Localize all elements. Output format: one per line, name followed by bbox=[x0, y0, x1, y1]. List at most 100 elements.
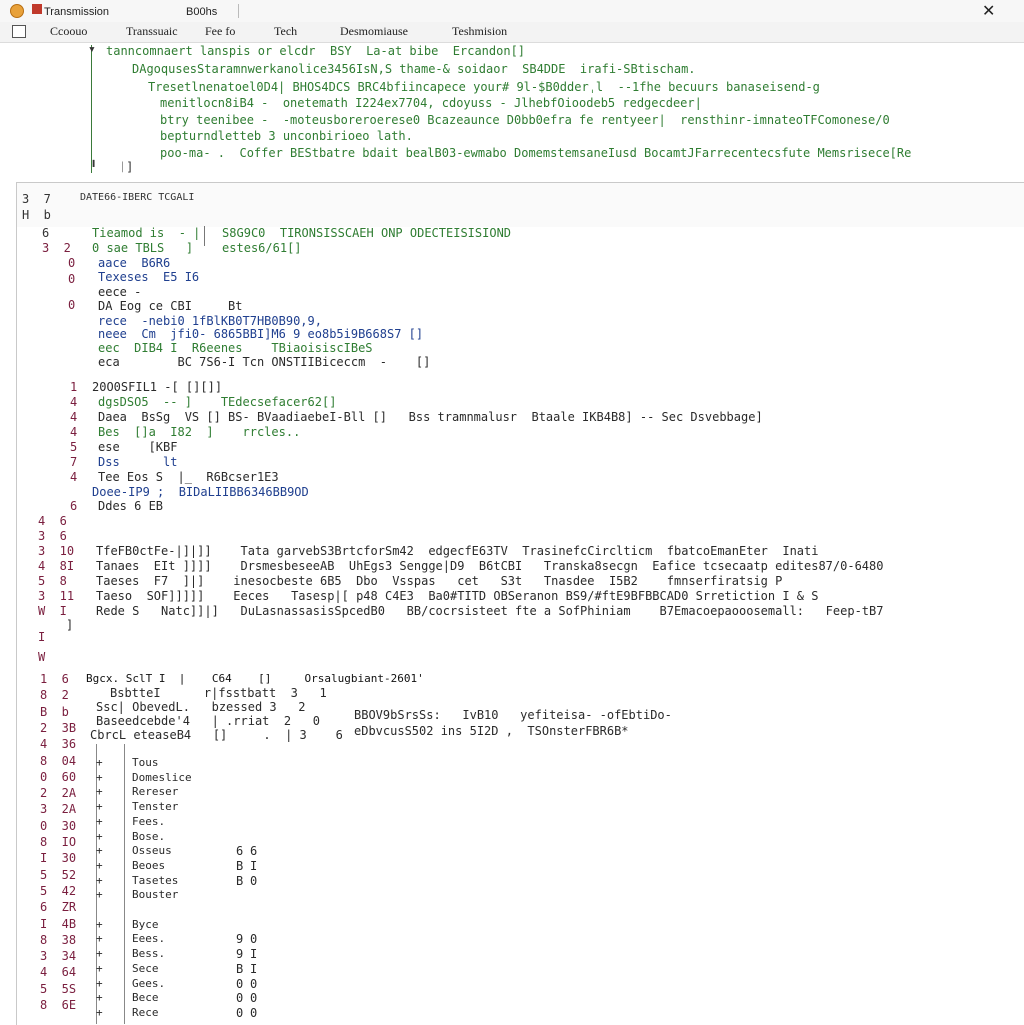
tree-item-value: I bbox=[250, 961, 258, 976]
tree-item-label[interactable]: Bouster bbox=[132, 888, 178, 901]
gutter-number: 3 7 bbox=[22, 192, 51, 206]
code-line: Texeses E5 I6 bbox=[98, 270, 200, 284]
tree-item-value: B bbox=[236, 858, 244, 873]
tree-item-value: 0 bbox=[250, 873, 258, 888]
tree-node-marker: + bbox=[96, 829, 110, 843]
menu-item-ccoouo[interactable]: Ccoouo bbox=[50, 24, 87, 39]
tree-item-value: 0 bbox=[236, 1005, 244, 1020]
tree-item-label[interactable]: Domeslice bbox=[132, 771, 192, 784]
gutter-number: 8 2 bbox=[40, 688, 69, 703]
code-line: Rede S Natc]]|] DuLasnassasisSpcedB0 BB/… bbox=[96, 604, 884, 618]
tree-node-marker: + bbox=[96, 770, 110, 784]
tree-item-value: 0 bbox=[236, 976, 244, 991]
tree-node-marker: + bbox=[96, 976, 110, 990]
tree-item-label[interactable]: Gees. bbox=[132, 977, 165, 990]
code-line: Ddes 6 EB bbox=[98, 499, 164, 513]
gutter-number: 4 36 bbox=[40, 737, 77, 752]
tree-node-marker: + bbox=[96, 800, 110, 814]
code-line: Daea BsSg VS [] BS- BVaadiaebeI-Bll [] B… bbox=[98, 410, 763, 424]
log-line: btry teenibee - -moteusboreroerese0 Bcaz… bbox=[160, 113, 890, 127]
gutter-number: 2 3B bbox=[40, 720, 77, 735]
tree-item-label[interactable]: Bess. bbox=[132, 947, 165, 960]
code-line: Bgcx. SclT I | C64 [] Orsalugbiant-2601' bbox=[86, 672, 424, 685]
tree-item-label[interactable]: Sece bbox=[132, 962, 159, 975]
log-line: Tresetlnenatoel0D4| BHOS4DCS BRC4bfiinca… bbox=[148, 80, 820, 94]
code-line: eDbvcusS502 ins 5I2D , TSOnsterFBR6B* bbox=[354, 724, 629, 738]
menu-item-tech[interactable]: Tech bbox=[274, 24, 297, 39]
log-collapse-icon[interactable]: ▾ bbox=[88, 42, 96, 57]
gutter-number: 8 6E bbox=[40, 998, 77, 1012]
menu-item-fee-fo[interactable]: Fee fo bbox=[205, 24, 235, 39]
gutter-number: 7 bbox=[70, 455, 78, 469]
gutter-number: 4 64 bbox=[40, 965, 77, 980]
close-icon[interactable]: ✕ bbox=[982, 1, 995, 20]
tree-item-label[interactable]: Osseus bbox=[132, 844, 172, 857]
tree-node-marker: + bbox=[96, 961, 110, 975]
gutter-number: 5 42 bbox=[40, 883, 77, 898]
gutter-number: 3 10 bbox=[38, 544, 75, 558]
gutter-number: 4 bbox=[70, 395, 78, 409]
menu-item-desmomiause[interactable]: Desmomiause bbox=[340, 24, 408, 39]
gutter-number: 4 bbox=[70, 425, 78, 439]
tree-node-marker: + bbox=[96, 844, 110, 858]
code-line: ] bbox=[66, 618, 74, 632]
menu-item-teshmision[interactable]: Teshmision bbox=[452, 24, 507, 39]
tree-item-label[interactable]: Bose. bbox=[132, 830, 165, 843]
tree-node-marker: + bbox=[96, 785, 110, 799]
code-line: Tee Eos S |_ R6Bcser1E3 bbox=[98, 470, 279, 484]
tree-node-marker: + bbox=[96, 917, 110, 931]
editor-header bbox=[17, 183, 1024, 227]
gutter-number: 0 30 bbox=[40, 818, 77, 833]
gutter-number: H b bbox=[22, 208, 51, 222]
title-bar: Transmission B00hs ✕ bbox=[0, 0, 1024, 23]
tree-item-label[interactable]: Byce bbox=[132, 918, 159, 931]
menu-item-transsuaic[interactable]: Transsuaic bbox=[126, 24, 178, 39]
gutter-number: 2 2A bbox=[40, 786, 77, 801]
log-line: DAgoqusesStaramnwerkanolice3456IsN,S tha… bbox=[132, 62, 696, 76]
log-tree-rail bbox=[91, 45, 92, 173]
tree-item-label[interactable]: Rece bbox=[132, 1006, 159, 1019]
tree-item-label[interactable]: Bece bbox=[132, 991, 159, 1004]
gutter-number: I bbox=[38, 630, 46, 644]
tree-item-label[interactable]: Fees. bbox=[132, 815, 165, 828]
log-line: tanncomnaert lanspis or elcdr BSY La-at … bbox=[106, 44, 526, 58]
code-line: rece -nebi0 1fBlKB0T7HB0B90,9, bbox=[98, 314, 322, 328]
gutter-number: 0 bbox=[68, 256, 76, 270]
code-line: eece - bbox=[98, 285, 142, 299]
gutter-number: 8 IO bbox=[40, 835, 77, 849]
tree-item-value: 0 bbox=[250, 1005, 258, 1020]
tree-node-marker: + bbox=[96, 1005, 110, 1019]
tree-item-label[interactable]: Tenster bbox=[132, 800, 178, 813]
code-line: eca BC 7S6-I Tcn ONSTIIBiceccm - [] bbox=[98, 355, 431, 369]
code-line: Bes []a I82 ] rrcles.. bbox=[98, 425, 301, 439]
tree-item-label[interactable]: Eees. bbox=[132, 932, 165, 945]
tree-item-label[interactable]: Tasetes bbox=[132, 874, 178, 887]
gutter-number: 6 bbox=[70, 499, 78, 513]
app-icon bbox=[10, 4, 24, 18]
column-rule bbox=[204, 226, 205, 246]
tab-b00hs[interactable]: B00hs bbox=[186, 3, 217, 21]
tree-node-marker: + bbox=[96, 991, 110, 1005]
code-line: ese [KBF bbox=[98, 440, 178, 454]
tree-node-marker: + bbox=[96, 932, 110, 946]
tree-node-marker: + bbox=[96, 873, 110, 887]
tab-marker-icon bbox=[32, 4, 42, 14]
window-menu-icon[interactable] bbox=[12, 25, 26, 38]
code-line: 0 sae TBLS ] estes6/61[] bbox=[92, 241, 302, 255]
code-line: BBOV9bSrsSs: IvB10 yefiteisa- -ofEbtiDo- bbox=[354, 708, 672, 722]
log-line: poo-ma- . Coffer BEStbatre bdait bealB03… bbox=[160, 146, 912, 160]
tree-rule bbox=[124, 744, 125, 1024]
tree-item-value: 0 bbox=[250, 932, 258, 947]
gutter-number: 5 5S bbox=[40, 981, 77, 996]
code-line: Taeses F7 ]|] inesocbeste 6B5 Dbo Vsspas… bbox=[96, 574, 783, 588]
gutter-number: W bbox=[38, 650, 46, 664]
gutter-number: 5 bbox=[70, 440, 78, 454]
tree-item-label[interactable]: Rereser bbox=[132, 785, 178, 798]
tree-item-label[interactable]: Tous bbox=[132, 756, 159, 769]
gutter-number: 8 04 bbox=[40, 753, 77, 768]
gutter-number: 3 34 bbox=[40, 949, 77, 964]
tab-transmission[interactable]: Transmission bbox=[44, 3, 109, 21]
tree-item-label[interactable]: Beoes bbox=[132, 859, 165, 872]
gutter-number: I 4B bbox=[40, 916, 77, 931]
tree-item-value: B bbox=[236, 873, 244, 888]
